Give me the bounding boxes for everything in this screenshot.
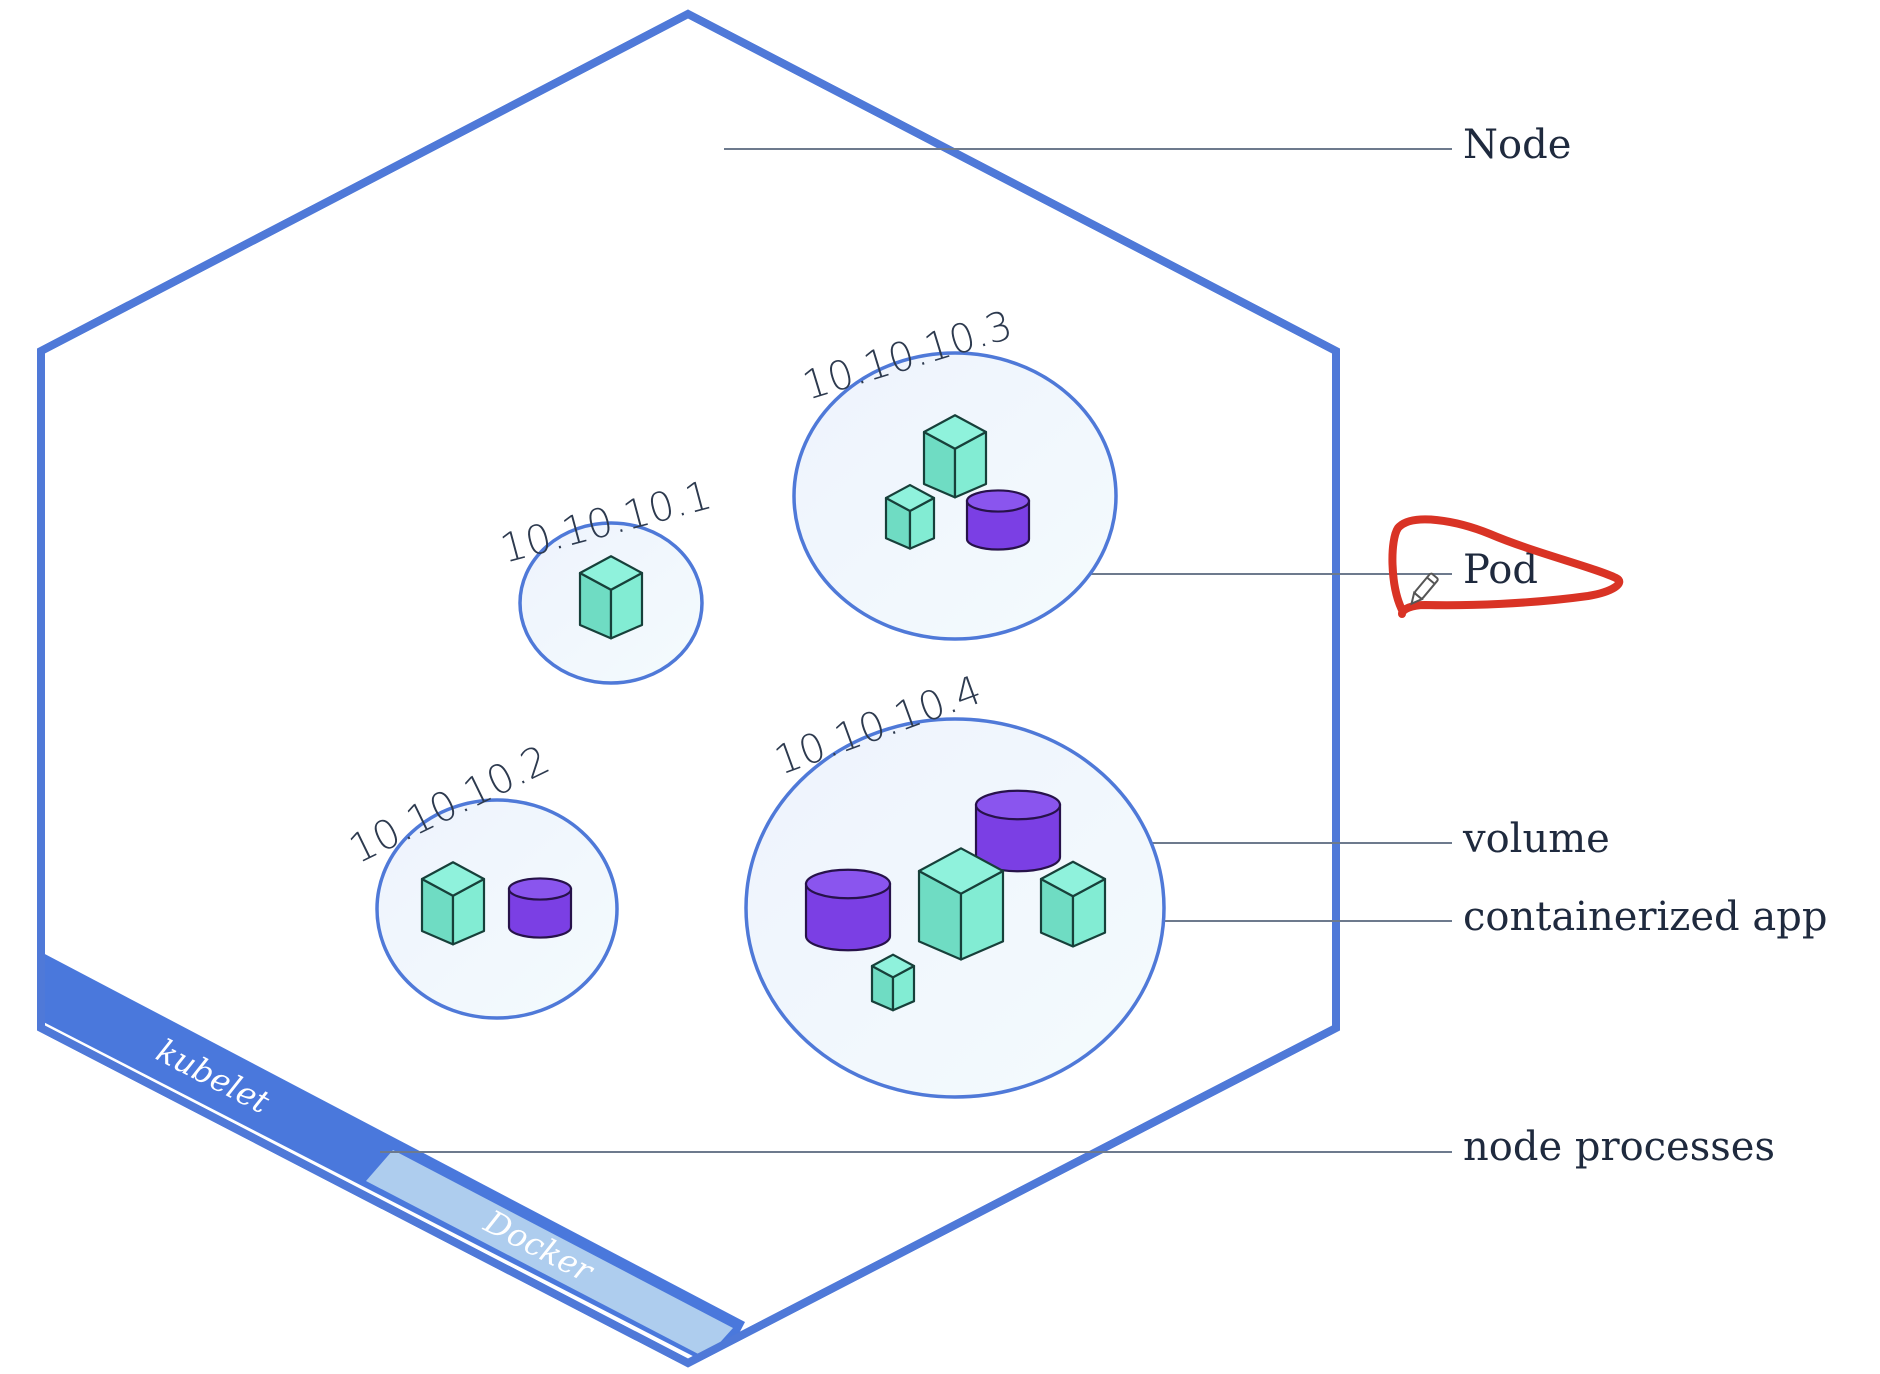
volume-icon <box>974 789 1062 873</box>
pod-label: Pod <box>1463 547 1538 593</box>
volume-label: volume <box>1462 816 1610 862</box>
node-processes-label: node processes <box>1463 1124 1775 1170</box>
container-icon <box>870 953 916 1012</box>
kubernetes-node-diagram: kubelet Docker 10.10.10.1 10.10.10.2 10.… <box>37 9 1827 1368</box>
node-label: Node <box>1463 122 1571 168</box>
container-icon <box>917 847 1005 961</box>
volume-icon <box>507 877 573 939</box>
node-hexagon <box>37 9 1340 1368</box>
container-icon <box>420 861 486 946</box>
containerized-app-label: containerized app <box>1463 894 1827 940</box>
volume-icon <box>804 868 892 952</box>
container-icon <box>1039 860 1107 948</box>
container-icon <box>578 555 644 640</box>
volume-icon <box>965 489 1031 551</box>
container-icon <box>884 483 936 550</box>
container-icon <box>922 414 988 499</box>
